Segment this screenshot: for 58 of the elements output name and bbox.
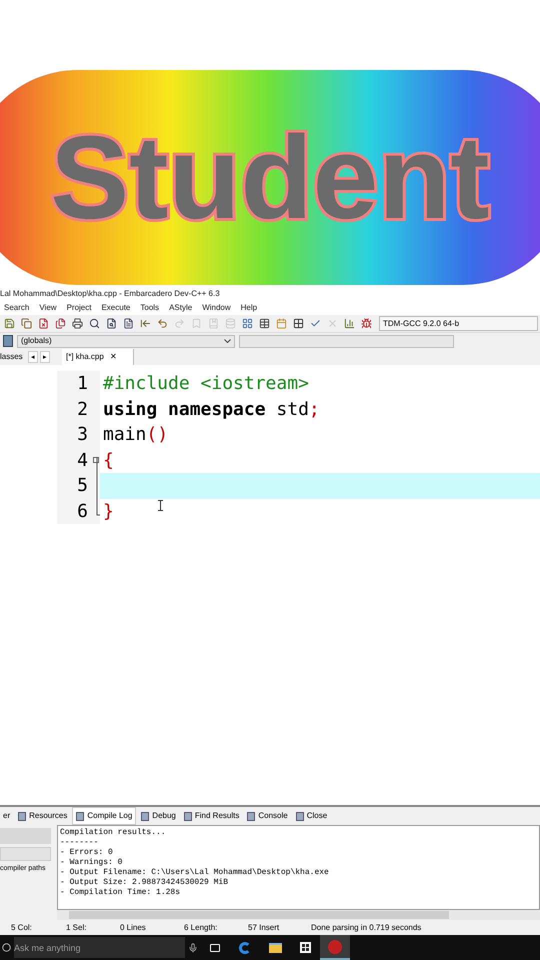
menu-item[interactable]: Execute [101, 302, 130, 314]
menu-item[interactable]: Tools [140, 302, 160, 314]
status-text: 6 Length: [184, 922, 218, 934]
file-tab[interactable]: [*] kha.cpp ✕ [62, 349, 134, 365]
text-cursor-icon [158, 500, 163, 511]
compiler-select[interactable]: TDM-GCC 9.2.0 64-b [379, 316, 538, 331]
search-field[interactable]: Ask me anything [14, 937, 185, 958]
app-icon[interactable] [320, 935, 350, 960]
tab-close-button[interactable]: ✕ [110, 351, 117, 363]
status-text: 5 Col: [10, 922, 33, 934]
panel-tab[interactable]: Find Results [180, 807, 242, 825]
bug-icon[interactable] [359, 316, 373, 330]
horizontal-scrollbar[interactable] [57, 910, 540, 920]
status-text: Done parsing in 0.719 seconds [311, 922, 422, 934]
panel-tab[interactable]: lasses [0, 351, 26, 363]
chevron-down-icon [224, 339, 231, 343]
table-icon[interactable] [257, 316, 271, 330]
panel-tab[interactable]: Console [244, 807, 291, 825]
scope-select[interactable]: (globals) [17, 334, 235, 348]
search-icon[interactable] [87, 316, 101, 330]
save-icon[interactable] [2, 316, 16, 330]
compile-log-output: Compilation results... -------- - Errors: 0 - Warnings: 0 - Output Filename: C:\Users\Lal Mohammad\Desktop\kha.exe - Output Size: 2.98873424530029 MiB - Compilation Time: 1.28s [57, 825, 540, 910]
line-number: 6 [77, 500, 88, 524]
circle-icon[interactable] [2, 943, 11, 952]
window-title: Lal Mohammad\Desktop\kha.cpp - Embarcadero Dev-C++ 6.3 [0, 288, 221, 300]
fold-line-icon [96, 457, 100, 517]
status-text: 57 Insert [248, 922, 280, 934]
panel-tab[interactable]: Debug [138, 807, 179, 825]
line-number: 3 [77, 423, 88, 448]
printer-icon[interactable] [70, 316, 84, 330]
grid-icon[interactable] [291, 316, 305, 330]
menu-item[interactable]: View [39, 302, 57, 314]
code-line: main() [103, 423, 168, 448]
line-number: 1 [77, 372, 88, 396]
line-number: 5 [77, 474, 88, 498]
menu-item[interactable]: AStyle [169, 302, 192, 314]
status-text: 0 Lines [120, 922, 147, 934]
code-line: #include <iostream> [103, 372, 309, 396]
menu-item[interactable]: Help [240, 302, 258, 314]
banner-title: Student [50, 118, 490, 236]
menu-item[interactable]: Project [66, 302, 92, 314]
bar-chart-icon[interactable] [342, 316, 356, 330]
panel-tab[interactable]: Close [292, 807, 330, 825]
line-number: 2 [77, 398, 88, 422]
code-line: { [103, 448, 114, 473]
panel-tab[interactable]: er [0, 807, 14, 825]
mic-icon[interactable] [188, 942, 198, 952]
code-line: } [103, 500, 114, 524]
files-icon[interactable] [53, 316, 67, 330]
code-line: using namespace std; [103, 398, 320, 422]
class-browser-icon[interactable] [3, 335, 13, 347]
menu-item[interactable]: Window [202, 302, 231, 314]
panel-tab[interactable]: Compile Log [72, 807, 136, 825]
status-text: 1 Sel: [66, 922, 88, 934]
panel-tab[interactable]: Resources [15, 807, 70, 825]
menu-item[interactable]: Search [4, 302, 30, 314]
copy-icon[interactable] [19, 316, 33, 330]
line-number: 4 [77, 448, 88, 473]
